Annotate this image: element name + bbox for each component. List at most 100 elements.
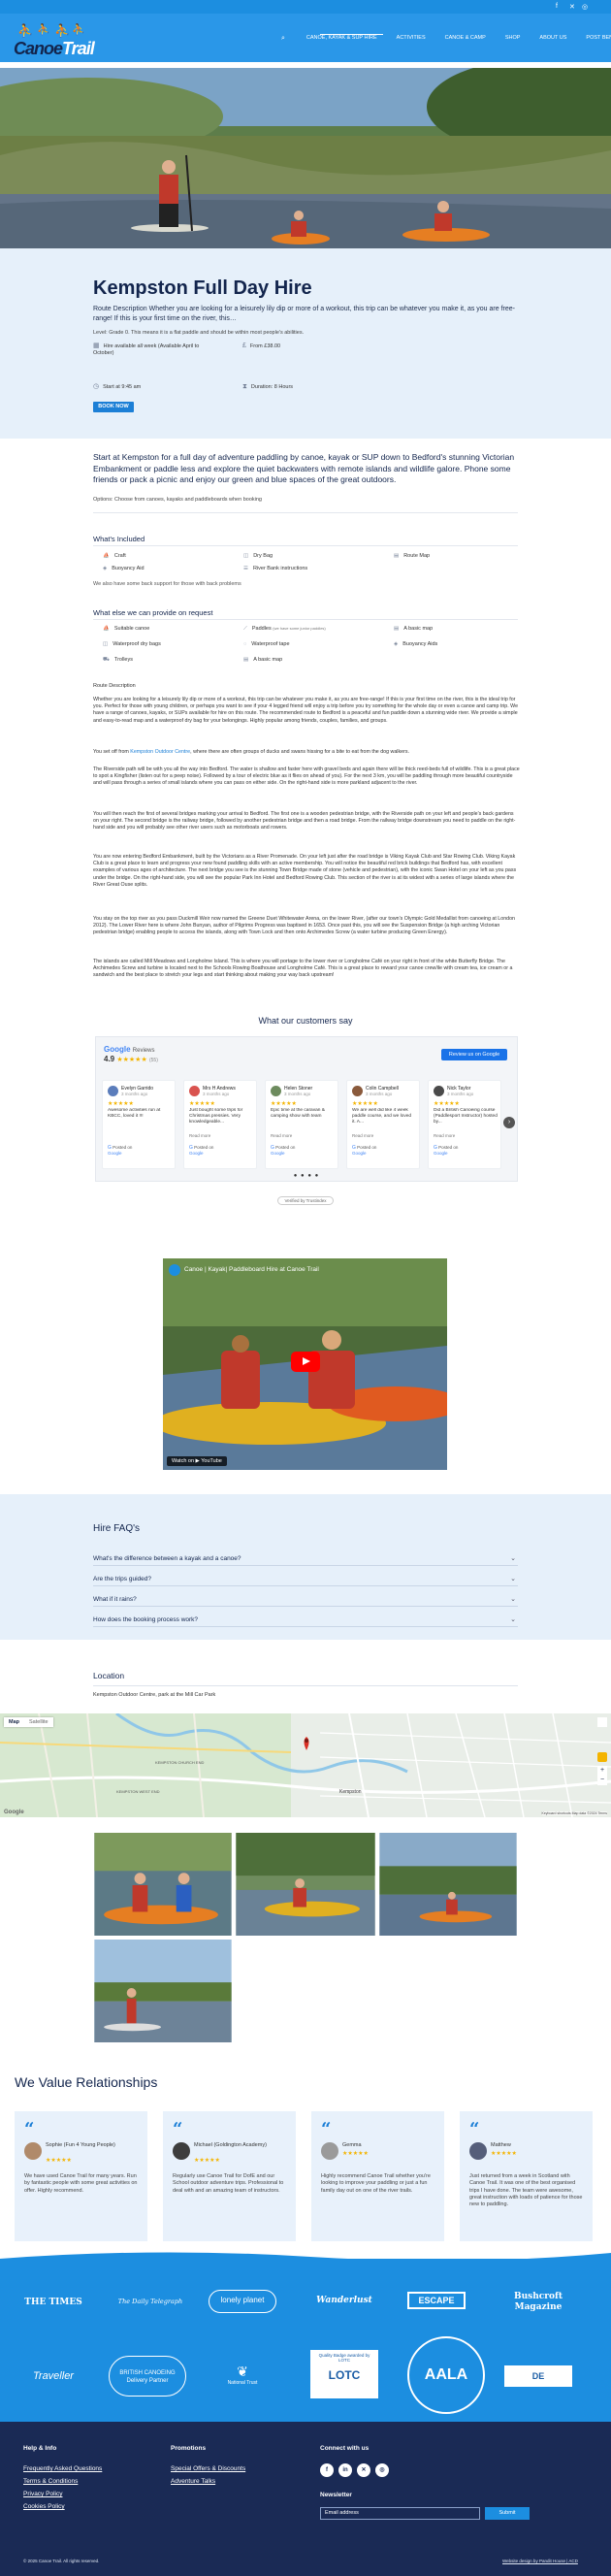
chevron-down-icon: ⌄ [510,1616,516,1623]
press-logo-lotc-badge: Quality Badge awarded by LOTC LOTC [310,2350,378,2398]
calendar-icon: ▦ [93,342,100,349]
linkedin-icon[interactable]: in [338,2463,352,2477]
design-credit-link[interactable]: Website design by Pandit House | ACD [502,2559,578,2563]
review-text: Did a British Canoeing course (Paddlespo… [434,1108,498,1125]
canoe-icon: ⛵ [103,626,110,632]
avatar [434,1086,444,1096]
nav-item-activities[interactable]: ACTIVITIES [397,35,426,43]
chevron-down-icon: ⌄ [510,1576,516,1582]
youtube-video[interactable]: Canoe | Kayak| Paddleboard Hire at Canoe… [163,1258,447,1470]
next-arrow-icon[interactable]: › [503,1117,515,1128]
gallery-photo[interactable] [235,1832,376,1937]
facebook-icon[interactable]: f [320,2463,334,2477]
review-stars: ★★★★★ [108,1101,134,1107]
channel-avatar[interactable] [169,1264,180,1276]
review-text: Awesome activities run at KBCC, loved it… [108,1108,161,1119]
review-date: 3 months ago [203,1092,230,1096]
extras-item: ◫ Waterproof dry bags [103,641,161,647]
faq-item[interactable]: What if it rains? ⌄ [93,1592,518,1607]
footer-link-faq[interactable]: Frequently Asked Questions [23,2465,102,2472]
review-card[interactable]: Nick Taylor 3 months ago ★★★★★ Did a Bri… [428,1080,501,1169]
review-us-button[interactable]: Review us on Google [441,1049,507,1060]
paddler-figure-icon: ⛹ [54,23,71,38]
included-item: ☰ River Bank instructions [243,566,308,571]
extras-item: ◈ Buoyancy Aids [394,641,438,647]
map-attribution[interactable]: Keyboard shortcuts Map data ©2024 Terms [541,1811,607,1815]
review-text: We are well did like 4 week paddle cours… [352,1108,412,1125]
posted-on-google: G Posted on Google [108,1145,133,1156]
map-type-control[interactable]: Map Satellite [4,1717,53,1727]
fact-availability: ▦ Hire available all week (Available Apri… [93,342,200,356]
map-canvas[interactable]: KEMPSTON CHURCH END KEMPSTON WEST END Ke… [0,1713,611,1817]
faq-item[interactable]: Are the trips guided? ⌄ [93,1572,518,1586]
divider [93,545,518,546]
route-paragraph: You are now entering Bedford Embankment,… [93,854,517,888]
twitter-x-icon[interactable]: ✕ [357,2463,370,2477]
footer-link-cookies[interactable]: Cookies Policy [23,2503,65,2510]
search-icon[interactable]: ⌕ [281,35,285,43]
nav-item-post-bench[interactable]: POST BENCH [586,35,611,43]
nav-item-canoe-camp[interactable]: CANOE & CAMP [445,35,486,43]
google-logo: Google [4,1810,24,1815]
carousel-dots[interactable]: ● ● ● ● [96,1173,517,1179]
testimonial-card: “ Gemma ★★★★★ Highly recommend Canoe Tra… [311,2111,444,2241]
extras-item: ⛵ Suitable canoe [103,626,150,632]
map-type-satellite[interactable]: Satellite [24,1717,53,1727]
site-logo[interactable]: ⛹ ⛹ ⛹ ⛹ CanoeTrail [12,21,99,60]
facebook-icon[interactable]: f [556,3,558,10]
nav-item-hire[interactable]: CANOE, KAYAK & SUP HIRE [306,35,377,43]
footer-link-offers[interactable]: Special Offers & Discounts [171,2465,245,2472]
nav-item-about[interactable]: ABOUT US [539,35,566,43]
nav-item-shop[interactable]: SHOP [505,35,521,43]
review-text: Epic time at the caravan & camping show … [271,1108,325,1119]
canoe-icon: ⛵ [103,553,110,559]
newsletter-email-input[interactable]: Email address [320,2507,480,2520]
review-stars: ★★★★★ [352,1101,378,1107]
site-header: ⛹ ⛹ ⛹ ⛹ CanoeTrail ⌕ CANOE, KAYAK & SUP … [0,14,611,62]
extras-item: ▤ A basic map [394,626,434,632]
review-card[interactable]: Helen Stoner 3 months ago ★★★★★ Epic tim… [265,1080,338,1169]
included-note: We also have some back support for those… [93,581,241,587]
lifejacket-icon: ◈ [103,566,108,571]
footer-link-privacy[interactable]: Privacy Policy [23,2491,62,2497]
footer-link-talks[interactable]: Adventure Talks [171,2478,215,2485]
pegman-icon[interactable] [597,1752,607,1762]
review-card[interactable]: Evelyn Garrido 3 months ago ★★★★★ Awesom… [102,1080,176,1169]
gallery-photo[interactable] [93,1939,233,2043]
kempston-centre-link[interactable]: Kempston Outdoor Centre [130,749,190,755]
read-more-link[interactable]: Read more [271,1133,292,1138]
twitter-x-icon[interactable]: ✕ [569,3,575,11]
review-card[interactable]: Mrs H Andrews 3 months ago ★★★★★ Just bo… [183,1080,257,1169]
read-more-link[interactable]: Read more [352,1133,373,1138]
faq-item[interactable]: What's the difference between a kayak an… [93,1551,518,1566]
gallery-photo[interactable] [93,1832,233,1937]
fullscreen-icon[interactable] [597,1717,607,1727]
review-stars: ★★★★★ [434,1101,460,1107]
play-button[interactable] [291,1352,320,1372]
newsletter-submit-button[interactable]: Submit [485,2507,530,2520]
press-logo-times: THE TIMES [24,2298,82,2307]
footer-link-terms[interactable]: Terms & Conditions [23,2478,78,2485]
paddle-icon: ⟋ [243,626,247,632]
lifejacket-icon: ◈ [394,641,399,647]
map-type-map[interactable]: Map [4,1717,24,1727]
video-title[interactable]: Canoe | Kayak| Paddleboard Hire at Canoe… [184,1266,319,1273]
faq-item[interactable]: How does the booking process work? ⌄ [93,1613,518,1627]
extras-item: ⛟ Trolleys [103,657,133,663]
testimonial-author: Matthew [491,2142,511,2148]
read-more-link[interactable]: Read more [434,1133,455,1138]
book-now-button[interactable]: BOOK NOW [93,402,134,412]
google-map[interactable]: KEMPSTON CHURCH END KEMPSTON WEST END Ke… [0,1713,611,1817]
watch-on-youtube[interactable]: Watch on ▶ YouTube [167,1456,227,1466]
review-card[interactable]: Colin Campbell 3 months ago ★★★★★ We are… [346,1080,420,1169]
instagram-icon[interactable]: ◎ [375,2463,389,2477]
avatar [24,2142,42,2160]
route-paragraph: The islands are called Mill Meadows and … [93,959,513,979]
quote-icon: “ [469,2119,480,2139]
instagram-icon[interactable]: ◎ [582,3,588,11]
gallery-photo[interactable] [378,1832,518,1937]
included-list: ⛵ Craft ◫ Dry Bag ▤ Route Map ◈ Buoyancy Aid… [93,553,518,592]
zoom-control[interactable]: + − [597,1766,607,1785]
route-paragraph: You stay on the top river as you pass Du… [93,916,515,936]
read-more-link[interactable]: Read more [189,1133,210,1138]
